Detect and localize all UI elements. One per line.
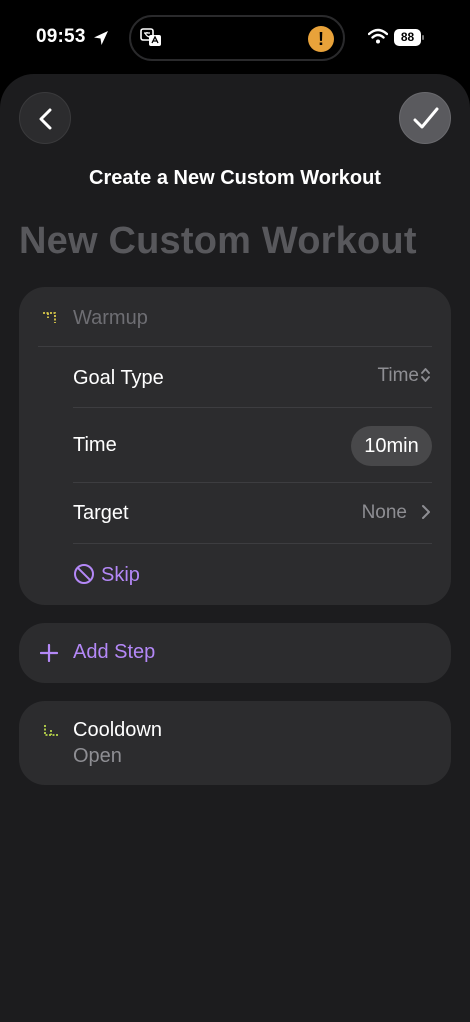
cooldown-title: Cooldown	[73, 719, 162, 741]
warmup-card: Warmup Goal Type Time Time 10min Target …	[19, 287, 451, 605]
battery-level: 88	[394, 29, 421, 46]
add-step-label: Add Step	[73, 641, 156, 663]
target-label: Target	[73, 502, 129, 524]
status-bar: 09:53 ! 88	[0, 0, 470, 74]
cooldown-icon	[44, 725, 58, 736]
location-arrow-icon	[94, 31, 108, 45]
create-workout-sheet: Create a New Custom Workout New Custom W…	[0, 74, 470, 1022]
chevron-right-icon	[422, 505, 430, 519]
target-value: None	[361, 502, 407, 523]
warmup-label: Warmup	[73, 307, 148, 329]
time-row: Time 10min	[19, 408, 451, 483]
skip-button[interactable]: Skip	[19, 544, 451, 605]
alert-icon[interactable]: !	[308, 26, 334, 52]
goal-type-label: Goal Type	[73, 367, 164, 389]
workout-name-field[interactable]: New Custom Workout	[19, 220, 417, 263]
time-value-pill[interactable]: 10min	[351, 426, 432, 466]
warmup-header[interactable]: Warmup	[19, 287, 451, 347]
chevron-up-down-icon	[421, 368, 430, 382]
goal-type-row[interactable]: Goal Type Time	[19, 347, 451, 408]
add-step-button[interactable]: Add Step	[19, 623, 451, 683]
battery-icon: 88	[394, 29, 424, 46]
battery-cap	[422, 35, 424, 40]
cooldown-goal: Open	[73, 745, 122, 767]
back-button[interactable]	[19, 92, 71, 144]
chevron-left-icon	[39, 108, 52, 130]
done-button[interactable]	[399, 92, 451, 144]
warmup-icon	[43, 312, 56, 323]
status-time: 09:53	[36, 26, 86, 47]
time-label: Time	[73, 434, 117, 456]
goal-type-value: Time	[377, 365, 419, 386]
translate-icon	[140, 28, 161, 46]
cooldown-card[interactable]: Cooldown Open	[19, 701, 451, 785]
plus-icon	[40, 644, 58, 662]
checkmark-icon	[413, 107, 439, 129]
prohibited-icon	[74, 564, 94, 584]
sheet-title: Create a New Custom Workout	[89, 167, 381, 189]
target-row[interactable]: Target None	[19, 483, 451, 544]
wifi-icon	[368, 28, 388, 44]
skip-label: Skip	[101, 564, 140, 586]
